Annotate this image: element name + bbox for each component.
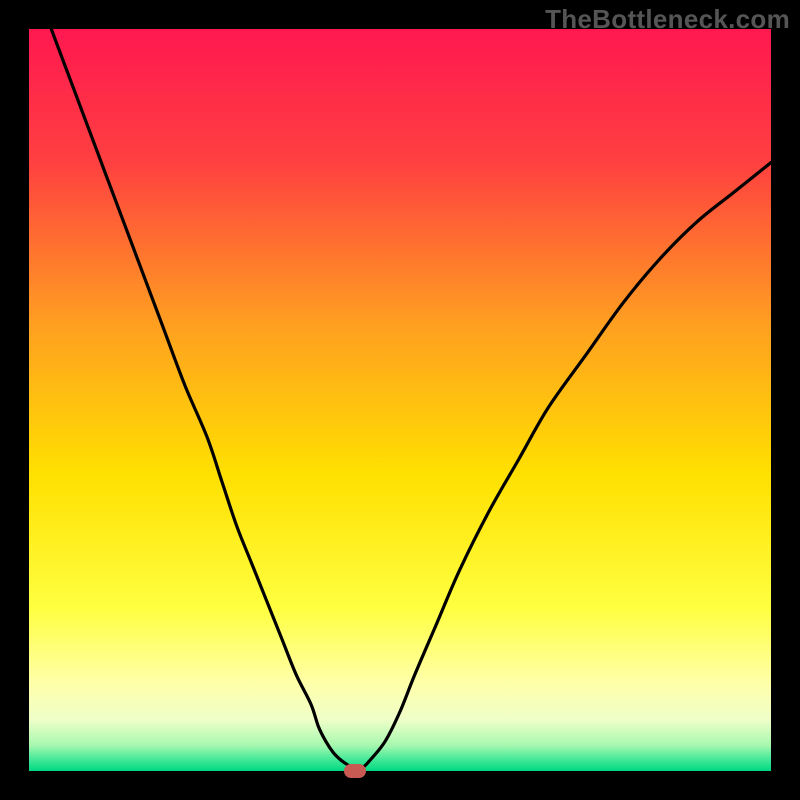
watermark-text: TheBottleneck.com	[545, 4, 790, 35]
chart-frame: TheBottleneck.com	[0, 0, 800, 800]
plot-background	[29, 29, 771, 771]
